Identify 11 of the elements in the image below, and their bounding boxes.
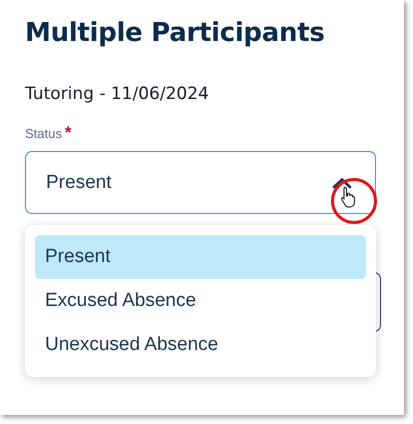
highlight-circle (330, 177, 378, 225)
session-subtitle: Tutoring - 11/06/2024 (25, 84, 210, 104)
hand-cursor-icon (340, 186, 356, 208)
dropdown-option[interactable]: Excused Absence (35, 279, 366, 323)
dropdown-option[interactable]: Present (35, 235, 366, 279)
dropdown-option[interactable]: Unexcused Absence (35, 323, 366, 367)
chevron-icon[interactable] (331, 176, 353, 190)
status-select[interactable]: Present (25, 151, 376, 214)
page-title: Multiple Participants (25, 18, 326, 48)
field-label: Status (25, 126, 62, 141)
required-mark: * (64, 126, 72, 140)
